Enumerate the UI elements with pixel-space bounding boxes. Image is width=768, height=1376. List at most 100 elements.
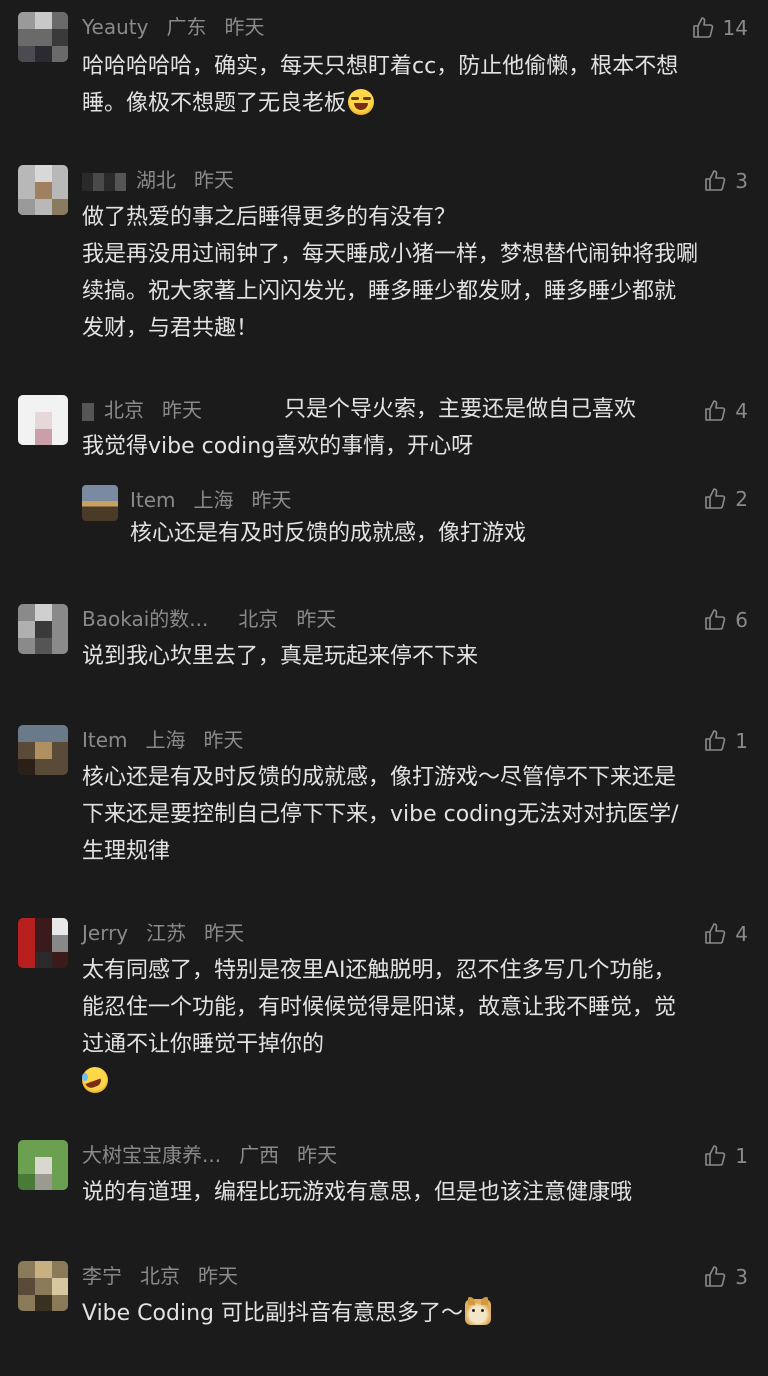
comment-line: 下来还是要控制自己停下下来，vibe coding无法对对抗医学/ <box>82 802 679 827</box>
timestamp: 昨天 <box>194 168 234 192</box>
avatar[interactable] <box>18 395 68 445</box>
timestamp: 昨天 <box>251 488 292 512</box>
thumbs-up-icon <box>705 730 726 751</box>
comment-meta: 大树宝宝康养... 广西 昨天 <box>82 1140 355 1170</box>
doge-emoji-icon <box>464 1297 491 1325</box>
like-count: 2 <box>735 487 748 511</box>
location: 广西 <box>239 1143 280 1167</box>
comment-line: 哈哈哈哈哈，确实，每天只想盯着cc，防止他偷懒，根本不想 <box>82 54 679 79</box>
avatar[interactable] <box>18 1140 68 1190</box>
timestamp: 昨天 <box>297 1143 338 1167</box>
comment-text: 太有同感了，特别是夜里AI还触脱明，忍不住多写几个功能， 能忍住一个功能，有时候… <box>82 952 742 1100</box>
comment-line: 核心还是有及时反馈的成就感，像打游戏 <box>130 521 527 546</box>
like-button[interactable]: 3 <box>703 167 748 195</box>
avatar[interactable] <box>18 725 68 775</box>
location: 湖北 <box>136 168 176 192</box>
comment-line: 过通不让你睡觉干掉你的 <box>82 1032 325 1057</box>
like-button[interactable]: 14 <box>691 14 748 42</box>
comment-text: 核心还是有及时反馈的成就感，像打游戏 <box>130 515 730 552</box>
laughing-rolling-emoji-icon <box>82 1067 108 1093</box>
like-button[interactable]: 3 <box>703 1263 748 1291</box>
laughing-crying-emoji-icon <box>348 89 375 115</box>
comment-line: 续搞。祝大家著上闪闪发光，睡多睡少都发财，睡多睡少都就 <box>82 279 677 304</box>
comment-text: 我觉得vibe coding喜欢的事情，开心呀 <box>82 428 742 465</box>
username[interactable]: Baokai的数... <box>82 607 208 631</box>
comment-text: 说到我心坎里去了，真是玩起来停不下来 <box>82 638 742 675</box>
comment-meta: Yeauty 广东 昨天 <box>82 12 282 42</box>
like-count: 6 <box>735 608 748 632</box>
comment-line: 我觉得vibe coding喜欢的事情，开心呀 <box>82 434 474 459</box>
timestamp: 昨天 <box>198 1264 238 1288</box>
like-count: 4 <box>735 399 748 423</box>
comment-line: 核心还是有及时反馈的成就感，像打游戏～尽管停不下来还是 <box>82 765 677 790</box>
timestamp: 昨天 <box>224 15 265 39</box>
comment-list: Yeauty 广东 昨天 14 哈哈哈哈哈，确实，每天只想盯着cc，防止他偷懒，根本… <box>0 0 768 1376</box>
comment-line: 睡。像极不想题了无良老板 <box>82 91 347 116</box>
like-button[interactable]: 4 <box>703 920 748 948</box>
like-button[interactable]: 1 <box>703 1142 748 1170</box>
location: 江苏 <box>146 921 187 945</box>
comment-line: 说到我心坎里去了，真是玩起来停不下来 <box>82 644 479 669</box>
comment-text: 哈哈哈哈哈，确实，每天只想盯着cc，防止他偷懒，根本不想 睡。像极不想题了无良老… <box>82 48 742 122</box>
comment-line: 能忍住一个功能，有时候候觉得是阳谋，故意让我不睡觉，觉 <box>82 995 677 1020</box>
username[interactable]: Item <box>82 728 128 752</box>
comment-text-inline: 只是个导火索，主要还是做自己喜欢 <box>284 397 637 422</box>
comment-line: 发财，与君共趣！ <box>82 316 259 341</box>
location: 北京 <box>140 1264 180 1288</box>
like-button[interactable]: 6 <box>703 606 748 634</box>
comment-line: 太有同感了，特别是夜里AI还触脱明，忍不住多写几个功能， <box>82 958 676 983</box>
thumbs-up-icon <box>705 609 726 630</box>
username[interactable]: 李宁 <box>82 1264 122 1288</box>
comment-text: Vibe Coding 可比副抖音有意思多了～ <box>82 1295 742 1332</box>
avatar[interactable] <box>18 12 68 62</box>
thumbs-up-icon <box>705 1266 726 1287</box>
location: 上海 <box>145 728 186 752</box>
location: 北京 <box>104 398 144 422</box>
comment-meta: 湖北 昨天 <box>82 165 252 195</box>
username-redacted[interactable] <box>82 402 94 421</box>
comment-line: 生理规律 <box>82 839 171 864</box>
comment-text: 说的有道理，编程比玩游戏有意思，但是也该注意健康哦 <box>82 1174 742 1211</box>
avatar[interactable] <box>82 485 118 521</box>
avatar[interactable] <box>18 604 68 654</box>
timestamp: 昨天 <box>203 728 244 752</box>
like-count: 1 <box>735 729 748 753</box>
avatar[interactable] <box>18 1261 68 1311</box>
username[interactable]: 大树宝宝康养... <box>82 1143 221 1167</box>
comment-meta: Jerry 江苏 昨天 <box>82 918 262 948</box>
comment-line: 我是再没用过闹钟了，每天睡成小猪一样，梦想替代闹钟将我唰 <box>82 242 699 267</box>
thumbs-up-icon <box>705 170 726 191</box>
thumbs-up-icon <box>705 1145 726 1166</box>
comment-line: Vibe Coding 可比副抖音有意思多了～ <box>82 1301 463 1326</box>
thumbs-up-icon <box>705 923 726 944</box>
timestamp: 昨天 <box>296 607 337 631</box>
username[interactable]: Yeauty <box>82 15 148 39</box>
location: 北京 <box>238 607 279 631</box>
location: 广东 <box>166 15 207 39</box>
timestamp: 昨天 <box>162 398 202 422</box>
username-redacted[interactable] <box>82 172 126 191</box>
like-count: 1 <box>735 1144 748 1168</box>
comment-text: 核心还是有及时反馈的成就感，像打游戏～尽管停不下来还是 下来还是要控制自己停下下… <box>82 759 742 870</box>
comment-meta: Item 上海 昨天 <box>82 725 262 755</box>
timestamp: 昨天 <box>204 921 245 945</box>
comment-meta: Baokai的数... 北京 昨天 <box>82 604 354 634</box>
thumbs-up-icon <box>705 488 726 509</box>
like-count: 4 <box>735 922 748 946</box>
avatar[interactable] <box>18 918 68 968</box>
comment-meta: 李宁 北京 昨天 <box>82 1261 256 1291</box>
like-button[interactable]: 1 <box>703 727 748 755</box>
username[interactable]: Item <box>130 488 176 512</box>
thumbs-up-icon <box>705 400 726 421</box>
comment-meta: Item 上海 昨天 <box>130 485 310 515</box>
comment-line: 说的有道理，编程比玩游戏有意思，但是也该注意健康哦 <box>82 1180 633 1205</box>
thumbs-up-icon <box>692 17 713 38</box>
comment-meta: 北京 昨天 <box>82 395 220 425</box>
like-count: 14 <box>722 16 748 40</box>
like-button[interactable]: 2 <box>703 485 748 513</box>
like-count: 3 <box>735 1265 748 1289</box>
like-button[interactable]: 4 <box>703 397 748 425</box>
avatar[interactable] <box>18 165 68 215</box>
like-count: 3 <box>735 169 748 193</box>
username[interactable]: Jerry <box>82 921 128 945</box>
